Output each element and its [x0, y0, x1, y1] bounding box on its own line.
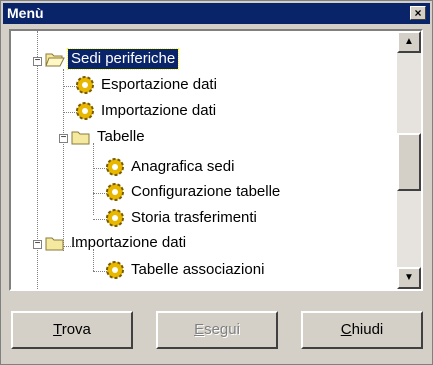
tree-node-esportazione-dati[interactable]: Esportazione dati	[75, 75, 220, 97]
tree-node-importazione-dati-folder[interactable]: Importazione dati	[45, 233, 189, 255]
tree-view: − − − Sedi periferiche Esportazione dati…	[9, 29, 423, 291]
tree-connector	[37, 31, 38, 289]
trova-button[interactable]: Trova	[11, 311, 133, 349]
scroll-up-button[interactable]: ▲	[397, 31, 421, 53]
tree-node-sedi-periferiche[interactable]: Sedi periferiche	[45, 48, 180, 71]
gear-icon	[106, 158, 124, 177]
tree-content: − − − Sedi periferiche Esportazione dati…	[11, 31, 397, 289]
gear-icon	[106, 183, 124, 202]
esegui-button[interactable]: Esegui	[156, 311, 278, 349]
folder-open-icon	[45, 53, 65, 67]
menu-dialog: Menù × − − − Sedi periferiche Esportazio…	[0, 0, 433, 365]
tree-connector	[63, 69, 64, 251]
tree-node-label: Configurazione tabelle	[131, 183, 281, 200]
collapse-toggle[interactable]: −	[33, 239, 42, 249]
tree-node-label: Importazione dati	[71, 234, 187, 251]
tree-node-label: Anagrafica sedi	[131, 158, 235, 175]
tree-connector	[93, 143, 94, 215]
tree-node-label: Importazione dati	[101, 102, 217, 119]
tree-node-label: Esportazione dati	[101, 76, 217, 93]
tree-node-importazione-dati[interactable]: Importazione dati	[75, 101, 219, 123]
vertical-scrollbar[interactable]: ▲ ▼	[397, 31, 421, 289]
title-bar[interactable]: Menù ×	[3, 3, 430, 24]
tree-node-tabelle-associazioni[interactable]: Tabelle associazioni	[105, 260, 267, 282]
chiudi-button[interactable]: Chiudi	[301, 311, 423, 349]
gear-icon	[106, 209, 124, 228]
gear-icon	[76, 102, 94, 121]
close-icon: ×	[414, 6, 422, 20]
tree-node-label: Storia trasferimenti	[131, 209, 257, 226]
collapse-toggle[interactable]: −	[59, 133, 68, 143]
tree-node-label: Sedi periferiche	[66, 48, 180, 70]
window-title: Menù	[7, 5, 44, 21]
scrollbar-thumb[interactable]	[397, 133, 421, 191]
scroll-down-button[interactable]: ▼	[397, 267, 421, 289]
collapse-toggle[interactable]: −	[33, 56, 42, 66]
tree-node-label: Tabelle associazioni	[131, 261, 265, 278]
folder-open-icon	[71, 131, 90, 145]
tree-node-tabelle[interactable]: Tabelle	[71, 127, 148, 149]
gear-icon	[106, 261, 124, 280]
tree-node-label: Tabelle	[97, 128, 145, 145]
close-button[interactable]: ×	[410, 6, 426, 20]
arrow-down-icon: ▼	[404, 272, 414, 283]
folder-open-icon	[45, 237, 64, 251]
tree-node-storia-trasferimenti[interactable]: Storia trasferimenti	[105, 208, 260, 230]
gear-icon	[76, 76, 94, 95]
tree-node-configurazione-tabelle[interactable]: Configurazione tabelle	[105, 182, 283, 204]
arrow-up-icon: ▲	[404, 36, 414, 47]
tree-node-anagrafica-sedi[interactable]: Anagrafica sedi	[105, 157, 237, 179]
